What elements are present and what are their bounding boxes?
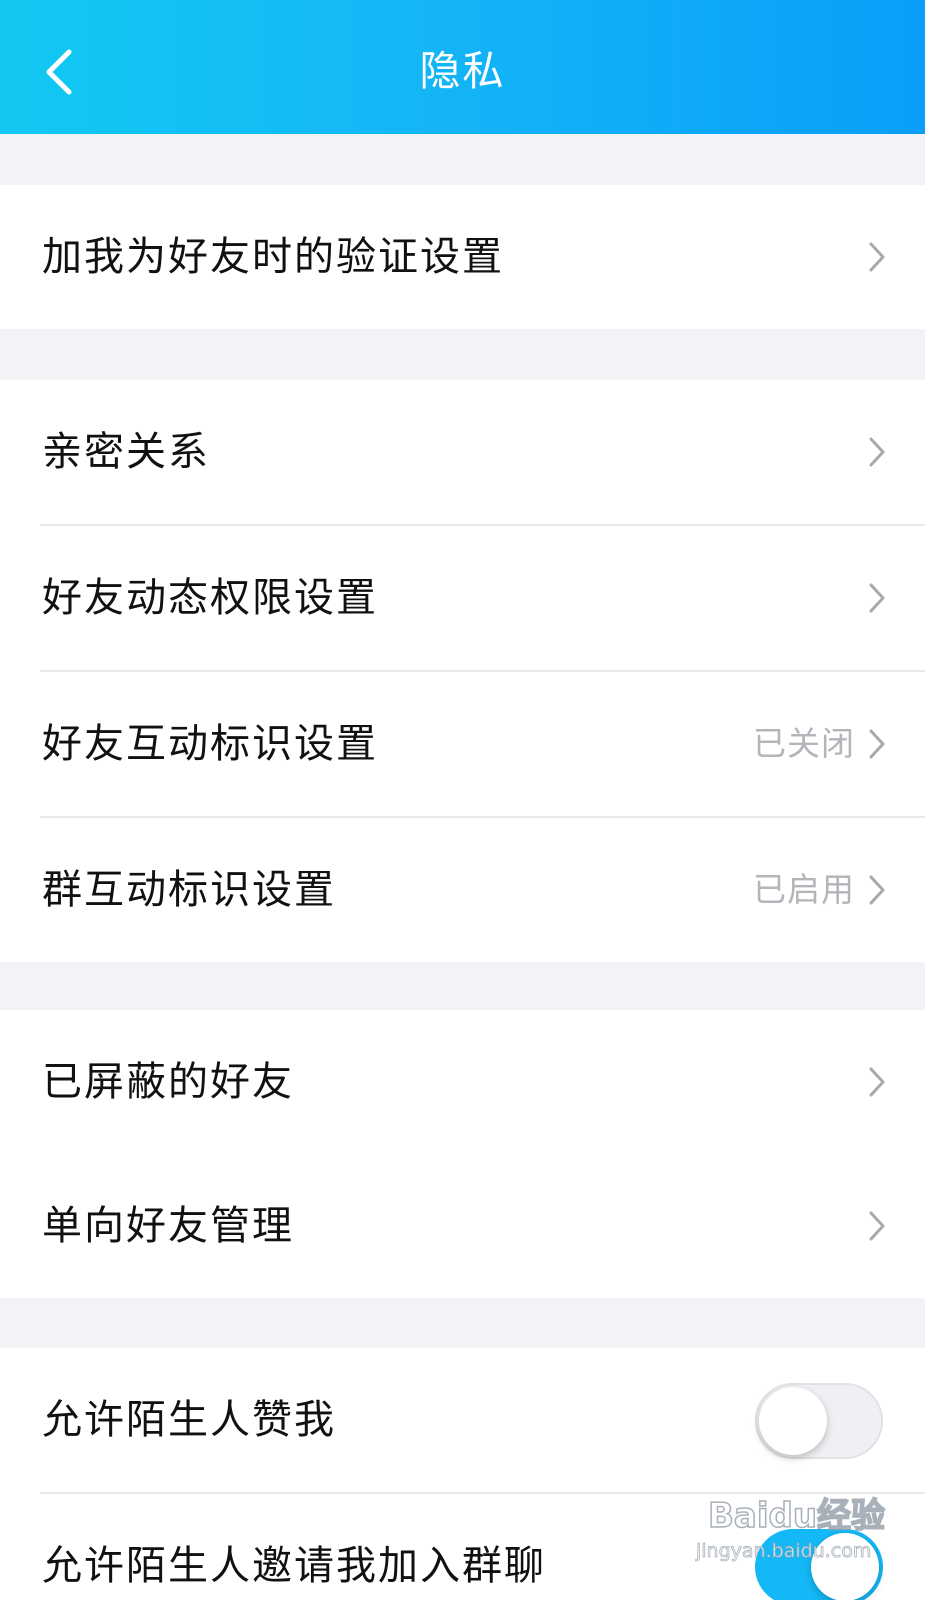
row-friend-verification[interactable]: 加我为好友时的验证设置 — [0, 185, 925, 329]
row-intimate-relationship[interactable]: 亲密关系 — [0, 380, 925, 524]
chevron-right-icon — [869, 437, 885, 467]
row-label: 允许陌生人邀请我加入群聊 — [42, 1543, 546, 1589]
page-title: 隐私 — [419, 47, 506, 95]
settings-group-interaction: 亲密关系 好友动态权限设置 好友互动标识设置 已关闭 群互动标识设置 已启用 — [0, 380, 925, 962]
settings-group-strangers: 允许陌生人赞我 允许陌生人邀请我加入群聊 — [0, 1348, 925, 1600]
row-label: 群互动标识设置 — [42, 867, 336, 913]
status-value: 已启用 — [753, 870, 855, 909]
toggle-allow-stranger-likes[interactable] — [755, 1383, 883, 1459]
settings-group-friend-management: 已屏蔽的好友 单向好友管理 — [0, 1010, 925, 1298]
toggle-knob — [759, 1387, 827, 1455]
settings-group-verification: 加我为好友时的验证设置 — [0, 185, 925, 329]
nav-bar: 隐私 — [0, 0, 925, 134]
row-allow-stranger-group-invite: 允许陌生人邀请我加入群聊 — [0, 1494, 925, 1600]
toggle-knob — [811, 1533, 879, 1600]
row-one-way-friends[interactable]: 单向好友管理 — [0, 1154, 925, 1298]
chevron-right-icon — [869, 729, 885, 759]
row-label: 单向好友管理 — [42, 1203, 294, 1249]
toggle-allow-stranger-group-invite[interactable] — [755, 1529, 883, 1600]
chevron-right-icon — [869, 1067, 885, 1097]
row-feed-permission[interactable]: 好友动态权限设置 — [0, 526, 925, 670]
row-label: 已屏蔽的好友 — [42, 1059, 294, 1105]
chevron-right-icon — [869, 242, 885, 272]
row-group-interaction-badge[interactable]: 群互动标识设置 已启用 — [0, 818, 925, 962]
chevron-right-icon — [869, 1211, 885, 1241]
row-label: 好友动态权限设置 — [42, 575, 378, 621]
row-allow-stranger-likes: 允许陌生人赞我 — [0, 1348, 925, 1492]
row-friend-interaction-badge[interactable]: 好友互动标识设置 已关闭 — [0, 672, 925, 816]
row-blocked-friends[interactable]: 已屏蔽的好友 — [0, 1010, 925, 1154]
row-label: 亲密关系 — [42, 429, 210, 475]
status-value: 已关闭 — [753, 724, 855, 763]
chevron-right-icon — [869, 583, 885, 613]
chevron-right-icon — [869, 875, 885, 905]
row-label: 允许陌生人赞我 — [42, 1397, 336, 1443]
row-label: 加我为好友时的验证设置 — [42, 234, 504, 280]
row-label: 好友互动标识设置 — [42, 721, 378, 767]
